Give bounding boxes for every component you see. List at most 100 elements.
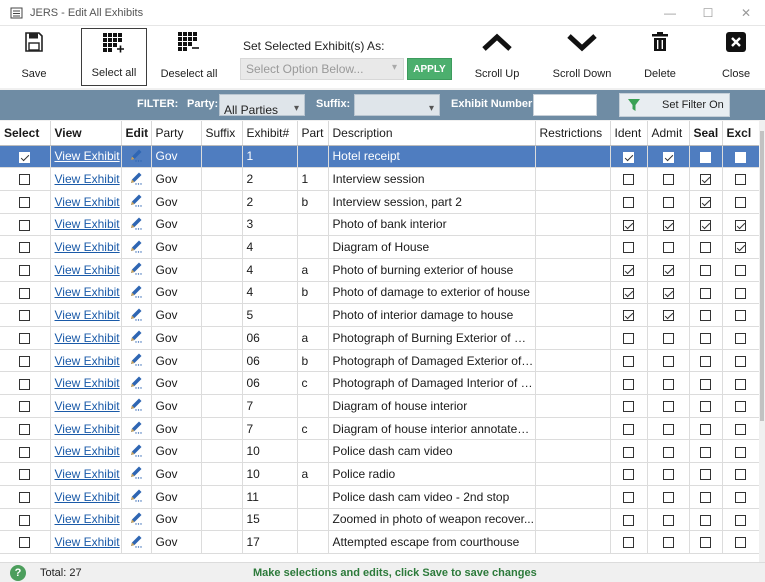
admit-cell[interactable] <box>647 190 690 214</box>
ident-cell[interactable] <box>610 303 648 327</box>
excl-cell[interactable] <box>722 417 759 441</box>
seal-cell[interactable] <box>689 281 723 305</box>
select-cell[interactable] <box>0 235 51 259</box>
seal-cell[interactable] <box>689 439 723 464</box>
pencil-icon[interactable] <box>129 397 143 414</box>
edit-cell[interactable] <box>121 439 152 464</box>
ident-checkbox[interactable] <box>623 151 634 163</box>
seal-checkbox[interactable] <box>700 491 711 503</box>
table-row[interactable]: View Exhibit Gov 15 Zoomed in photo of weap… <box>0 508 759 532</box>
seal-cell[interactable] <box>689 371 723 396</box>
ident-cell[interactable] <box>610 462 648 486</box>
excl-checkbox[interactable] <box>735 537 746 549</box>
table-row[interactable]: View Exhibit Gov 10 a Police radio <box>0 462 759 486</box>
edit-cell[interactable] <box>121 326 152 350</box>
ident-checkbox[interactable] <box>623 423 634 435</box>
table-row[interactable]: View Exhibit Gov 06 c Photograph of Damaged … <box>0 371 759 396</box>
admit-checkbox[interactable] <box>662 491 674 503</box>
select-checkbox[interactable] <box>19 333 31 345</box>
delete-button[interactable]: Delete <box>636 28 684 86</box>
ident-checkbox[interactable] <box>623 355 634 367</box>
admit-checkbox[interactable] <box>662 333 674 345</box>
select-cell[interactable] <box>0 145 51 169</box>
table-row[interactable]: View Exhibit Gov 2 1 Interview session <box>0 167 759 191</box>
ident-checkbox[interactable] <box>623 469 634 481</box>
table-row[interactable]: View Exhibit Gov 3 Photo of bank interior <box>0 213 759 237</box>
exhibit-number-input[interactable] <box>533 94 597 116</box>
select-checkbox[interactable] <box>19 378 31 390</box>
admit-cell[interactable] <box>647 394 690 418</box>
excl-checkbox[interactable] <box>735 310 746 322</box>
select-cell[interactable] <box>0 213 51 237</box>
select-checkbox[interactable] <box>19 242 31 254</box>
seal-cell[interactable] <box>689 508 723 532</box>
seal-cell[interactable] <box>689 485 723 509</box>
select-checkbox[interactable] <box>19 355 31 367</box>
admit-checkbox[interactable] <box>662 423 674 435</box>
suffix-select[interactable]: ▾ <box>354 94 440 116</box>
admit-cell[interactable] <box>647 258 690 282</box>
pencil-icon[interactable] <box>129 352 143 369</box>
select-all-button[interactable]: Select all <box>81 28 147 86</box>
excl-cell[interactable] <box>722 462 759 486</box>
seal-checkbox[interactable] <box>700 469 711 481</box>
column-header[interactable]: View <box>50 121 122 146</box>
edit-cell[interactable] <box>121 235 152 259</box>
ident-cell[interactable] <box>610 145 648 169</box>
ident-cell[interactable] <box>610 349 648 373</box>
admit-cell[interactable] <box>647 167 690 191</box>
excl-cell[interactable] <box>722 508 759 532</box>
excl-checkbox[interactable] <box>735 174 746 186</box>
admit-checkbox[interactable] <box>662 287 674 299</box>
seal-checkbox[interactable] <box>700 151 711 163</box>
pencil-icon[interactable] <box>129 193 143 210</box>
ident-checkbox[interactable] <box>623 491 634 503</box>
excl-checkbox[interactable] <box>735 151 746 163</box>
edit-cell[interactable] <box>121 349 152 373</box>
excl-cell[interactable] <box>722 167 759 191</box>
close-button[interactable]: Close <box>716 28 756 86</box>
view-exhibit-link[interactable]: View Exhibit <box>50 190 122 214</box>
save-button[interactable]: Save <box>14 28 54 86</box>
edit-cell[interactable] <box>121 417 152 441</box>
excl-checkbox[interactable] <box>735 469 746 481</box>
select-checkbox[interactable] <box>19 491 31 503</box>
pencil-icon[interactable] <box>129 216 143 233</box>
pencil-icon[interactable] <box>129 443 143 460</box>
excl-cell[interactable] <box>722 326 759 350</box>
admit-checkbox[interactable] <box>662 174 674 186</box>
seal-checkbox[interactable] <box>700 197 711 209</box>
pencil-icon[interactable] <box>129 171 143 188</box>
seal-checkbox[interactable] <box>700 287 711 299</box>
table-row[interactable]: View Exhibit Gov 4 a Photo of burning exteri… <box>0 258 759 282</box>
edit-cell[interactable] <box>121 213 152 237</box>
view-exhibit-link[interactable]: View Exhibit <box>50 485 122 509</box>
pencil-icon[interactable] <box>129 148 143 165</box>
deselect-all-button[interactable]: Deselect all <box>158 28 220 86</box>
ident-cell[interactable] <box>610 530 648 554</box>
select-cell[interactable] <box>0 417 51 441</box>
seal-checkbox[interactable] <box>700 423 711 435</box>
edit-cell[interactable] <box>121 394 152 418</box>
seal-checkbox[interactable] <box>700 219 711 231</box>
pencil-icon[interactable] <box>129 239 143 256</box>
ident-cell[interactable] <box>610 190 648 214</box>
select-checkbox[interactable] <box>19 219 31 231</box>
select-cell[interactable] <box>0 303 51 327</box>
excl-cell[interactable] <box>722 394 759 418</box>
view-exhibit-link[interactable]: View Exhibit <box>50 235 122 259</box>
view-exhibit-link[interactable]: View Exhibit <box>50 281 122 305</box>
ident-cell[interactable] <box>610 167 648 191</box>
ident-cell[interactable] <box>610 439 648 464</box>
close-window-button[interactable]: ✕ <box>727 0 765 26</box>
column-header[interactable]: Edit <box>121 121 152 146</box>
seal-checkbox[interactable] <box>700 401 711 413</box>
edit-cell[interactable] <box>121 462 152 486</box>
select-checkbox[interactable] <box>19 174 31 186</box>
admit-checkbox[interactable] <box>662 265 674 277</box>
admit-cell[interactable] <box>647 508 690 532</box>
excl-cell[interactable] <box>722 235 759 259</box>
admit-checkbox[interactable] <box>662 537 674 549</box>
select-cell[interactable] <box>0 258 51 282</box>
table-row[interactable]: View Exhibit Gov 10 Police dash cam video <box>0 439 759 464</box>
